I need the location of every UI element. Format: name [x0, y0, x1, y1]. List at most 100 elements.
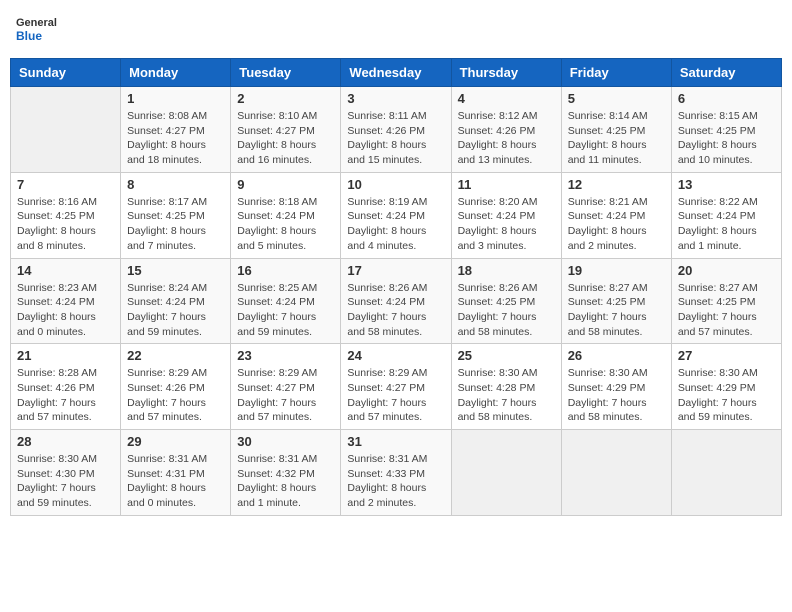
calendar-cell: 8Sunrise: 8:17 AMSunset: 4:25 PMDaylight… [121, 172, 231, 258]
day-info: Sunrise: 8:29 AMSunset: 4:27 PMDaylight:… [347, 366, 444, 425]
calendar-cell: 14 Sunrise: 8:23 AMSunset: 4:24 PMDayligh… [11, 258, 121, 344]
calendar-cell [671, 430, 781, 516]
day-number: 16 [237, 263, 334, 278]
day-info: Sunrise: 8:27 AMSunset: 4:25 PMDaylight:… [568, 281, 665, 340]
calendar-cell: 30 Sunrise: 8:31 AMSunset: 4:32 PMDayligh… [231, 430, 341, 516]
day-info: Sunrise: 8:31 AMSunset: 4:32 PMDaylight:… [237, 452, 334, 511]
day-number: 14 [17, 263, 114, 278]
day-info: Sunrise: 8:14 AMSunset: 4:25 PMDaylight:… [568, 109, 665, 168]
day-info: Sunrise: 8:30 AMSunset: 4:29 PMDaylight:… [678, 366, 775, 425]
day-number: 3 [347, 91, 444, 106]
page-header: General Blue [10, 10, 782, 50]
day-info: Sunrise: 8:27 AMSunset: 4:25 PMDaylight:… [678, 281, 775, 340]
week-row-1: 1Sunrise: 8:08 AMSunset: 4:27 PMDaylight… [11, 87, 782, 173]
week-row-4: 21 Sunrise: 8:28 AMSunset: 4:26 PMDayligh… [11, 344, 782, 430]
calendar-cell: 11 Sunrise: 8:20 AMSunset: 4:24 PMDayligh… [451, 172, 561, 258]
day-number: 4 [458, 91, 555, 106]
day-info: Sunrise: 8:18 AMSunset: 4:24 PMDaylight:… [237, 195, 334, 254]
calendar-cell: 21 Sunrise: 8:28 AMSunset: 4:26 PMDayligh… [11, 344, 121, 430]
day-number: 11 [458, 177, 555, 192]
calendar-cell: 15Sunrise: 8:24 AMSunset: 4:24 PMDayligh… [121, 258, 231, 344]
calendar-cell: 27 Sunrise: 8:30 AMSunset: 4:29 PMDayligh… [671, 344, 781, 430]
col-header-thursday: Thursday [451, 59, 561, 87]
day-info: Sunrise: 8:20 AMSunset: 4:24 PMDaylight:… [458, 195, 555, 254]
calendar-cell: 24 Sunrise: 8:29 AMSunset: 4:27 PMDayligh… [341, 344, 451, 430]
calendar-cell: 26 Sunrise: 8:30 AMSunset: 4:29 PMDayligh… [561, 344, 671, 430]
col-header-saturday: Saturday [671, 59, 781, 87]
day-info: Sunrise: 8:12 AMSunset: 4:26 PMDaylight:… [458, 109, 555, 168]
day-number: 8 [127, 177, 224, 192]
col-header-monday: Monday [121, 59, 231, 87]
calendar-table: SundayMondayTuesdayWednesdayThursdayFrid… [10, 58, 782, 516]
calendar-cell: 19 Sunrise: 8:27 AMSunset: 4:25 PMDayligh… [561, 258, 671, 344]
day-number: 29 [127, 434, 224, 449]
generalblue-logo-icon: General Blue [14, 10, 64, 50]
day-number: 12 [568, 177, 665, 192]
day-info: Sunrise: 8:23 AMSunset: 4:24 PMDaylight:… [17, 281, 114, 340]
svg-text:General: General [16, 17, 57, 29]
day-number: 9 [237, 177, 334, 192]
calendar-cell: 10Sunrise: 8:19 AMSunset: 4:24 PMDayligh… [341, 172, 451, 258]
col-header-wednesday: Wednesday [341, 59, 451, 87]
day-info: Sunrise: 8:11 AMSunset: 4:26 PMDaylight:… [347, 109, 444, 168]
day-number: 19 [568, 263, 665, 278]
calendar-cell: 6Sunrise: 8:15 AMSunset: 4:25 PMDaylight… [671, 87, 781, 173]
calendar-cell: 13 Sunrise: 8:22 AMSunset: 4:24 PMDayligh… [671, 172, 781, 258]
day-number: 5 [568, 91, 665, 106]
calendar-cell: 23Sunrise: 8:29 AMSunset: 4:27 PMDayligh… [231, 344, 341, 430]
col-header-tuesday: Tuesday [231, 59, 341, 87]
calendar-cell: 2Sunrise: 8:10 AMSunset: 4:27 PMDaylight… [231, 87, 341, 173]
day-number: 24 [347, 348, 444, 363]
day-number: 28 [17, 434, 114, 449]
day-info: Sunrise: 8:22 AMSunset: 4:24 PMDaylight:… [678, 195, 775, 254]
day-info: Sunrise: 8:28 AMSunset: 4:26 PMDaylight:… [17, 366, 114, 425]
day-info: Sunrise: 8:10 AMSunset: 4:27 PMDaylight:… [237, 109, 334, 168]
calendar-cell: 17 Sunrise: 8:26 AMSunset: 4:24 PMDayligh… [341, 258, 451, 344]
calendar-cell: 7 Sunrise: 8:16 AMSunset: 4:25 PMDaylight… [11, 172, 121, 258]
day-number: 21 [17, 348, 114, 363]
calendar-cell: 25Sunrise: 8:30 AMSunset: 4:28 PMDayligh… [451, 344, 561, 430]
day-info: Sunrise: 8:29 AMSunset: 4:27 PMDaylight:… [237, 366, 334, 425]
day-info: Sunrise: 8:15 AMSunset: 4:25 PMDaylight:… [678, 109, 775, 168]
calendar-cell: 16 Sunrise: 8:25 AMSunset: 4:24 PMDayligh… [231, 258, 341, 344]
calendar-cell: 31 Sunrise: 8:31 AMSunset: 4:33 PMDayligh… [341, 430, 451, 516]
day-number: 30 [237, 434, 334, 449]
calendar-cell: 22 Sunrise: 8:29 AMSunset: 4:26 PMDayligh… [121, 344, 231, 430]
day-info: Sunrise: 8:26 AMSunset: 4:24 PMDaylight:… [347, 281, 444, 340]
day-info: Sunrise: 8:31 AMSunset: 4:31 PMDaylight:… [127, 452, 224, 511]
day-number: 27 [678, 348, 775, 363]
day-number: 13 [678, 177, 775, 192]
day-info: Sunrise: 8:08 AMSunset: 4:27 PMDaylight:… [127, 109, 224, 168]
day-number: 17 [347, 263, 444, 278]
calendar-cell: 9 Sunrise: 8:18 AMSunset: 4:24 PMDaylight… [231, 172, 341, 258]
calendar-cell: 5 Sunrise: 8:14 AMSunset: 4:25 PMDaylight… [561, 87, 671, 173]
col-header-friday: Friday [561, 59, 671, 87]
day-number: 22 [127, 348, 224, 363]
week-row-2: 7 Sunrise: 8:16 AMSunset: 4:25 PMDaylight… [11, 172, 782, 258]
day-info: Sunrise: 8:30 AMSunset: 4:30 PMDaylight:… [17, 452, 114, 511]
week-row-3: 14 Sunrise: 8:23 AMSunset: 4:24 PMDayligh… [11, 258, 782, 344]
day-number: 26 [568, 348, 665, 363]
calendar-cell [451, 430, 561, 516]
calendar-cell [561, 430, 671, 516]
day-number: 25 [458, 348, 555, 363]
logo: General Blue [14, 10, 64, 50]
day-info: Sunrise: 8:29 AMSunset: 4:26 PMDaylight:… [127, 366, 224, 425]
calendar-cell: 18Sunrise: 8:26 AMSunset: 4:25 PMDayligh… [451, 258, 561, 344]
day-info: Sunrise: 8:31 AMSunset: 4:33 PMDaylight:… [347, 452, 444, 511]
day-number: 18 [458, 263, 555, 278]
day-number: 15 [127, 263, 224, 278]
svg-text:Blue: Blue [16, 29, 42, 43]
day-info: Sunrise: 8:25 AMSunset: 4:24 PMDaylight:… [237, 281, 334, 340]
calendar-cell: 1Sunrise: 8:08 AMSunset: 4:27 PMDaylight… [121, 87, 231, 173]
calendar-header: SundayMondayTuesdayWednesdayThursdayFrid… [11, 59, 782, 87]
week-row-5: 28 Sunrise: 8:30 AMSunset: 4:30 PMDayligh… [11, 430, 782, 516]
calendar-cell: 20Sunrise: 8:27 AMSunset: 4:25 PMDayligh… [671, 258, 781, 344]
calendar-cell: 4 Sunrise: 8:12 AMSunset: 4:26 PMDaylight… [451, 87, 561, 173]
day-number: 10 [347, 177, 444, 192]
day-info: Sunrise: 8:16 AMSunset: 4:25 PMDaylight:… [17, 195, 114, 254]
day-info: Sunrise: 8:30 AMSunset: 4:29 PMDaylight:… [568, 366, 665, 425]
day-number: 31 [347, 434, 444, 449]
day-number: 7 [17, 177, 114, 192]
calendar-cell: 12Sunrise: 8:21 AMSunset: 4:24 PMDayligh… [561, 172, 671, 258]
